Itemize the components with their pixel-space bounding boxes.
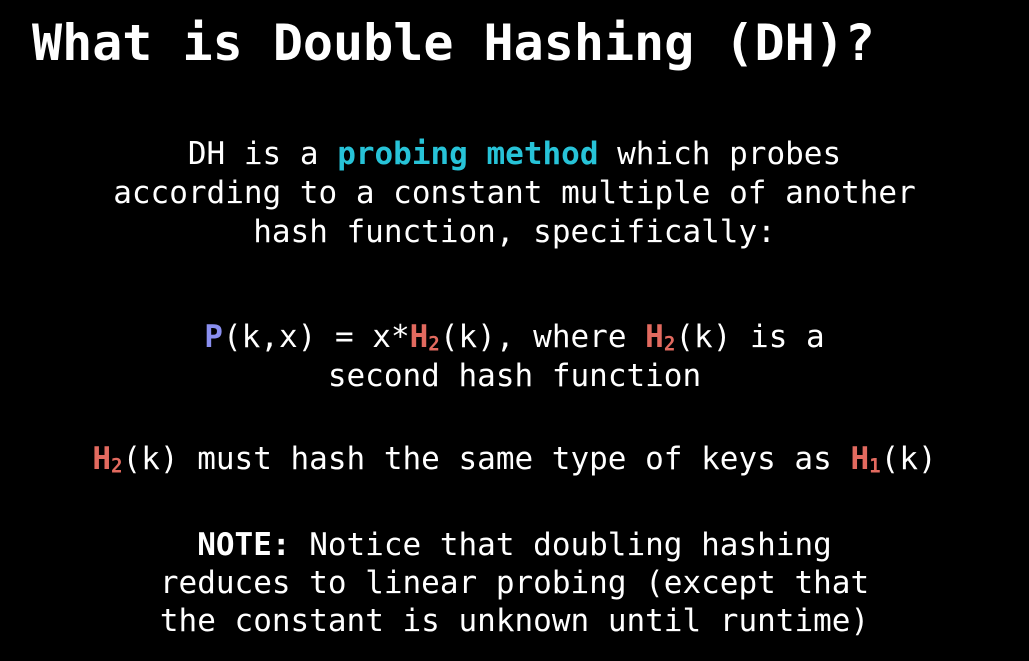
constraint-line: H2(k) must hash the same type of keys as…	[0, 440, 1029, 479]
intro-paragraph: DH is a probing method which probes acco…	[0, 135, 1029, 252]
intro-line-2: according to a constant multiple of anot…	[113, 175, 916, 211]
constraint-h1-subscript: 1	[869, 454, 881, 478]
note-line-1-text: Notice that doubling hashing	[290, 527, 832, 563]
intro-text-start: DH is a	[187, 136, 338, 172]
formula-h2-letter: H	[645, 319, 664, 355]
formula-p-args: (k,x) = x*	[222, 319, 410, 355]
constraint-h1-letter: H	[850, 441, 870, 477]
note-line-1: NOTE: Notice that doubling hashing	[0, 526, 1029, 564]
slide: What is Double Hashing (DH)? DH is a pro…	[0, 0, 1029, 661]
formula-h2-args: (k) is a	[675, 319, 825, 355]
formula-p-symbol: P	[204, 319, 223, 355]
formula-h-subscript: 2	[428, 332, 440, 356]
formula-h2-symbol-second: H2	[645, 319, 675, 355]
intro-line-1: DH is a probing method which probes	[0, 135, 1029, 174]
constraint-h2-symbol: H2	[92, 441, 122, 477]
constraint-end-text: (k)	[880, 441, 937, 477]
constraint-h-subscript: 2	[110, 454, 123, 478]
constraint-h1-symbol: H1	[850, 441, 880, 477]
formula-line-1: P(k,x) = x*H2(k), where H2(k) is a	[0, 318, 1029, 357]
formula-h-args: (k), where	[439, 319, 646, 355]
intro-text-end: which probes	[598, 136, 842, 172]
slide-title: What is Double Hashing (DH)?	[32, 14, 875, 72]
constraint-text: H2(k) must hash the same type of keys as…	[0, 440, 1029, 479]
constraint-middle-text: (k) must hash the same type of keys as	[122, 441, 851, 477]
probing-method-highlight: probing method	[337, 136, 599, 172]
intro-line-3: hash function, specifically:	[253, 214, 776, 250]
formula-h2-subscript: 2	[663, 332, 676, 356]
formula-line-2: second hash function	[327, 358, 702, 394]
note-line-3: the constant is unknown until runtime)	[159, 603, 870, 639]
note-block: NOTE: Notice that doubling hashing reduc…	[0, 526, 1029, 640]
note-label: NOTE:	[197, 527, 291, 563]
formula-block: P(k,x) = x*H2(k), where H2(k) is a secon…	[0, 318, 1029, 396]
formula-h-letter: H	[409, 319, 429, 355]
formula-h2-symbol: H2	[410, 319, 440, 355]
note-line-2: reduces to linear probing (except that	[159, 565, 870, 601]
constraint-h-letter: H	[92, 441, 111, 477]
